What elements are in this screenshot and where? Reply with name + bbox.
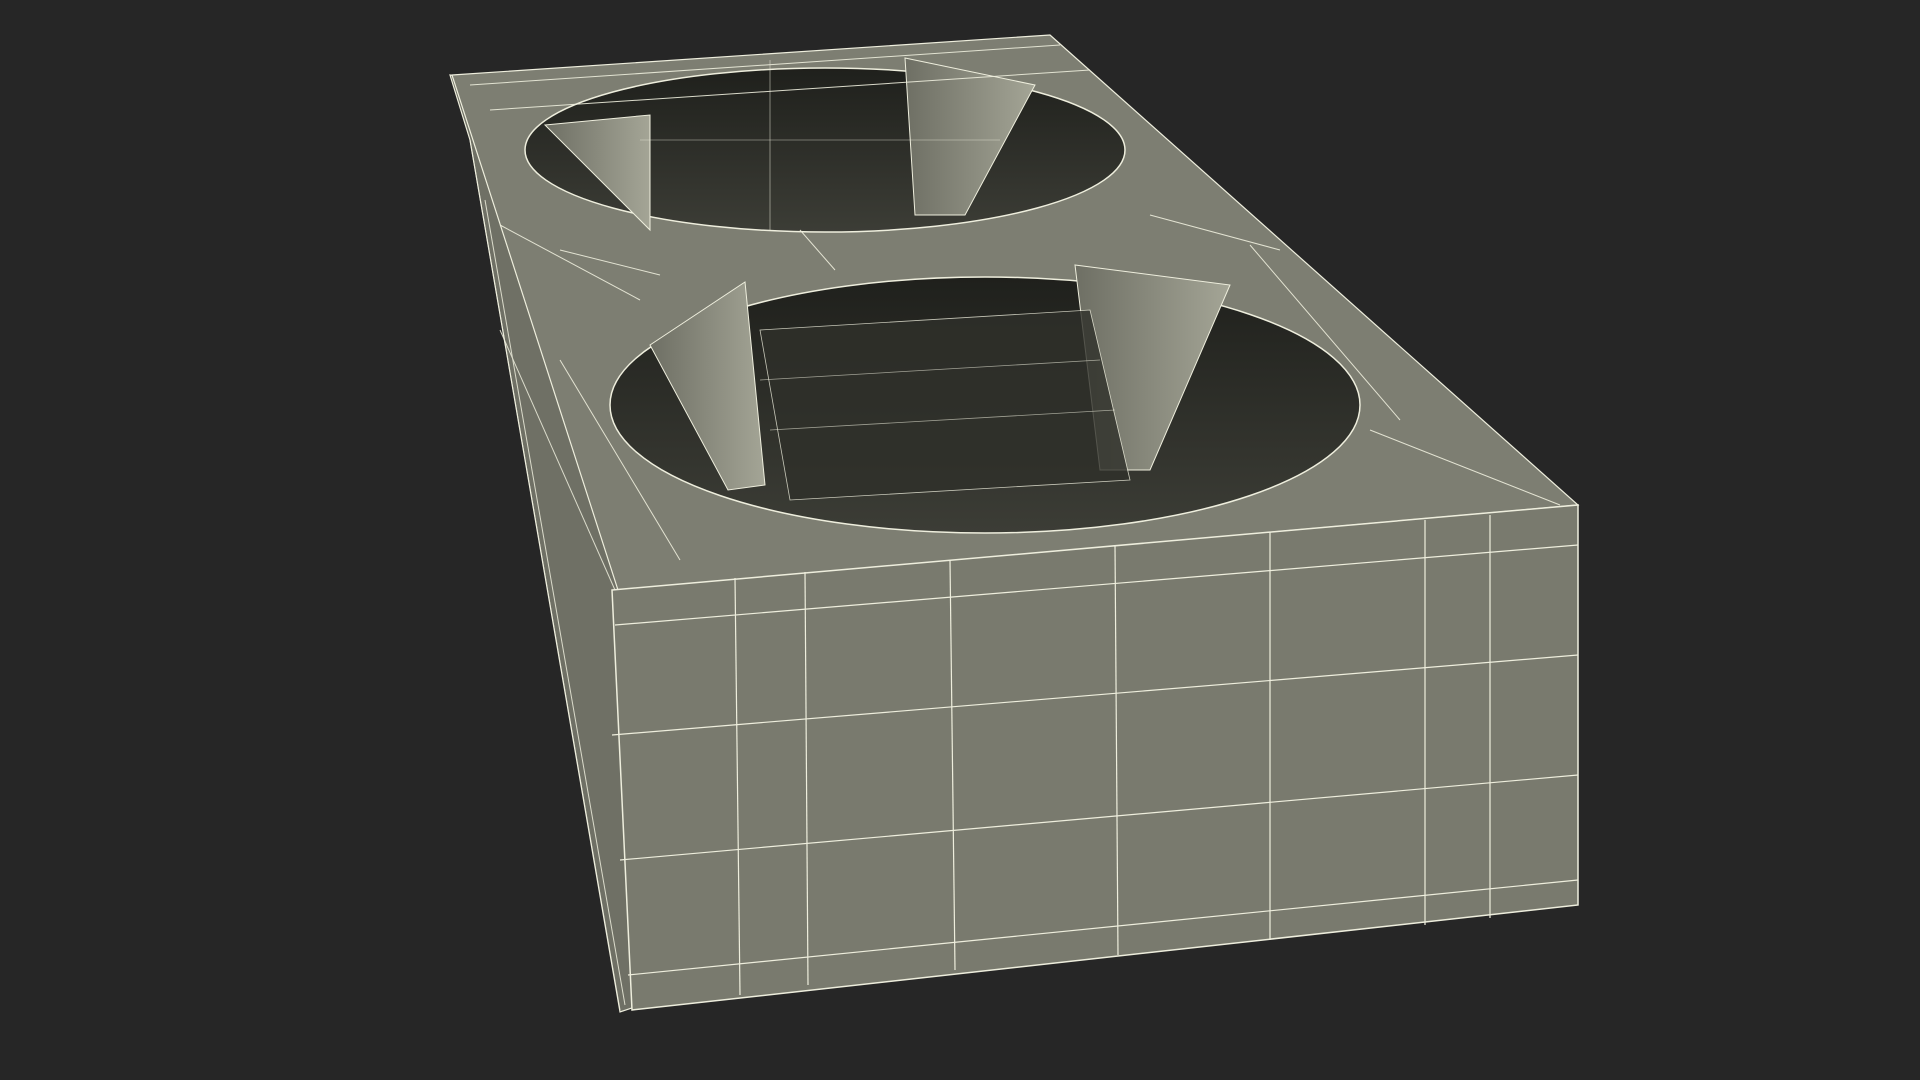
front-face xyxy=(611,504,1579,1011)
3d-viewport[interactable] xyxy=(0,0,1920,1080)
cup-holder-model xyxy=(449,34,1580,1013)
